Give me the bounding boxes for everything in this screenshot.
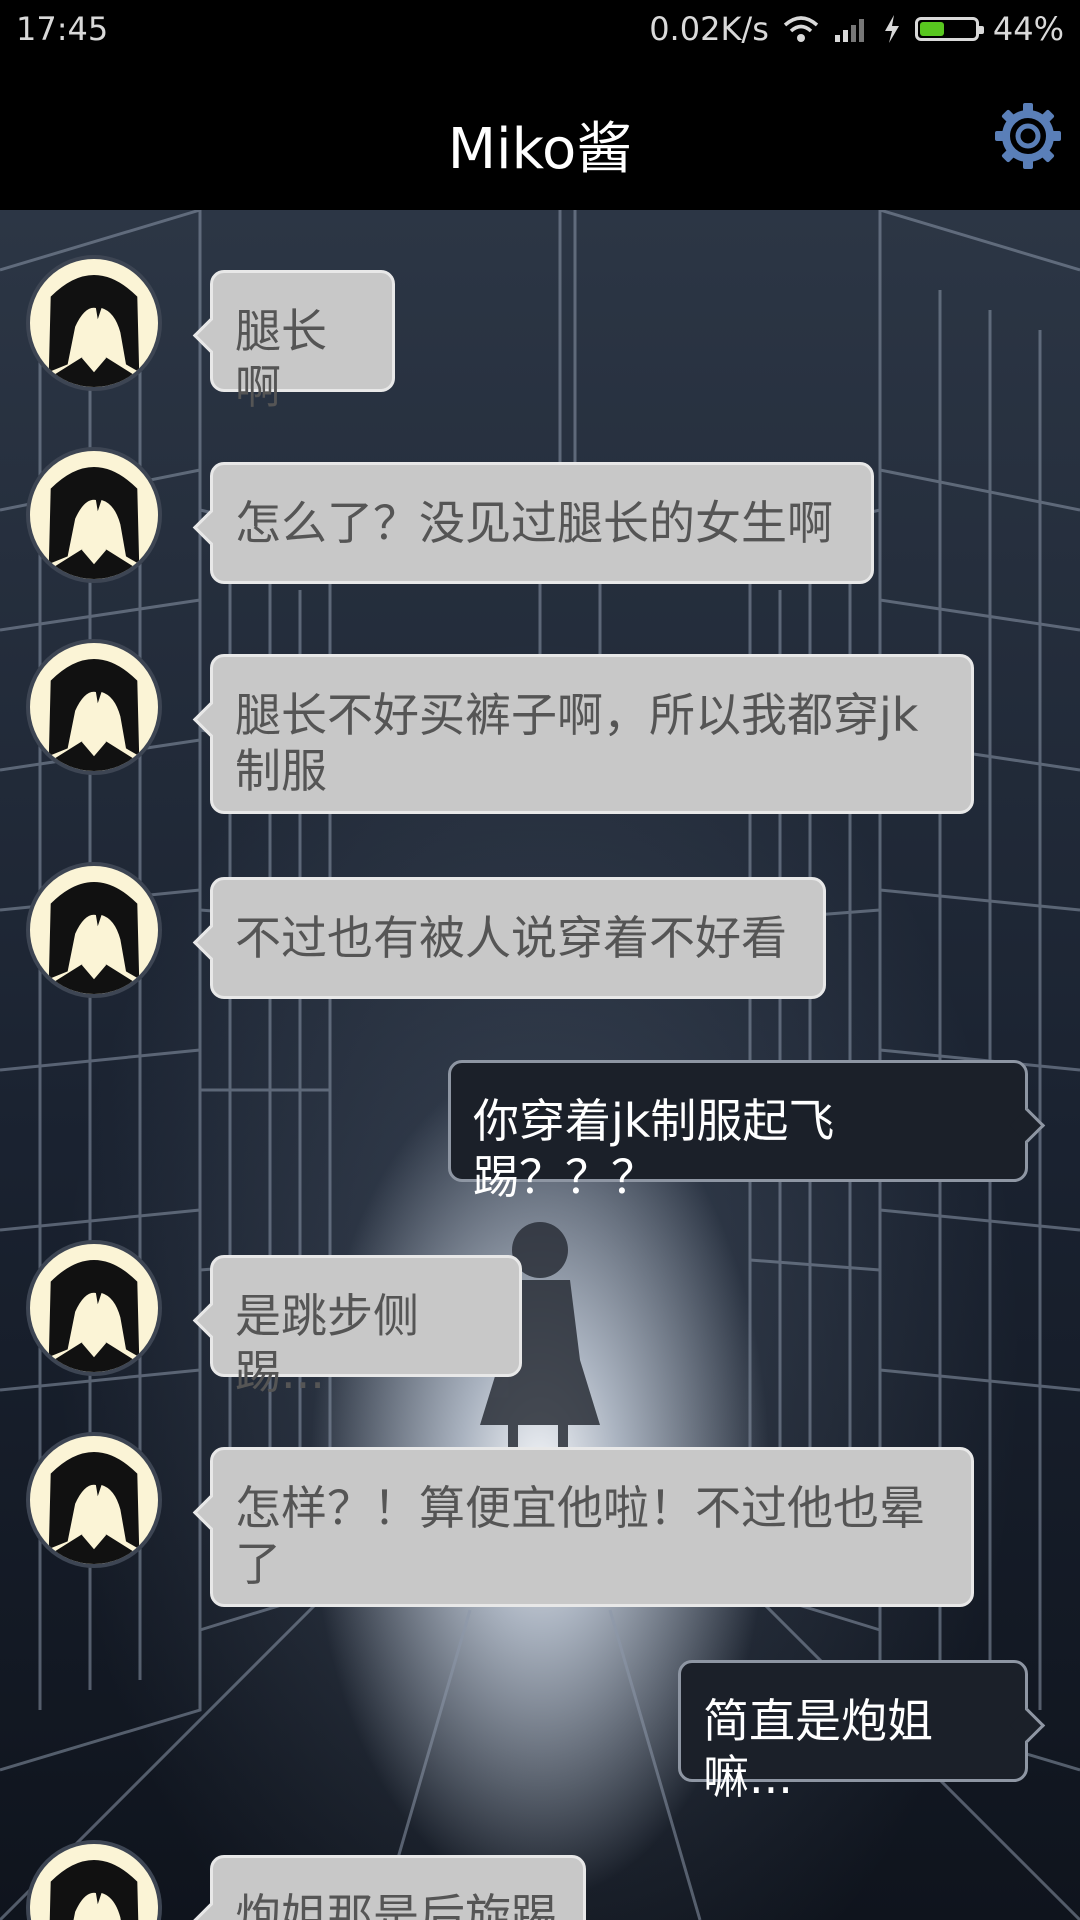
wifi-icon [783,16,819,42]
incoming-message-bubble[interactable]: 腿长不好买裤子啊，所以我都穿jk制服 [210,654,974,814]
chat-title: Miko酱 [447,117,633,182]
app-bar: Miko酱 [0,60,1080,210]
status-time: 17:45 [16,10,109,48]
girl-avatar-icon [48,275,140,387]
incoming-message-bubble[interactable]: 不过也有被人说穿着不好看 [210,877,826,999]
signal-icon [834,19,864,42]
status-bar: 17:45 0.02K/s 44% [0,0,1080,60]
girl-avatar-icon [48,467,140,579]
avatar[interactable] [26,255,162,391]
girl-avatar-icon [48,1452,140,1564]
charging-icon [884,15,899,43]
avatar[interactable] [26,447,162,583]
battery-percent: 44% [992,10,1064,48]
network-speed: 0.02K/s [649,10,769,48]
chat-area[interactable]: 腿长啊 怎么了？没见过腿长的女生啊 腿长不好买裤子啊，所以我都穿jk制服 不过也… [0,210,1080,1920]
battery-icon [914,17,984,41]
incoming-message-bubble[interactable]: 怎样？！算便宜他啦！不过他也晕了 [210,1447,974,1607]
avatar[interactable] [26,1432,162,1568]
gear-icon[interactable] [994,102,1062,170]
outgoing-message-bubble[interactable]: 你穿着jk制服起飞踢？？？ [448,1060,1028,1204]
avatar[interactable] [26,1240,162,1376]
incoming-message-bubble[interactable]: 是跳步侧踢... [210,1255,522,1399]
girl-avatar-icon [48,659,140,771]
incoming-message-bubble[interactable]: 怎么了？没见过腿长的女生啊 [210,462,874,584]
girl-avatar-icon [48,882,140,994]
battery-level [919,22,944,36]
incoming-message-bubble[interactable]: 腿长啊 [210,270,395,414]
status-indicators: 0.02K/s 44% [635,10,1064,48]
avatar[interactable] [26,862,162,998]
avatar[interactable] [26,639,162,775]
incoming-message-bubble[interactable]: 炮姐那是后旋踢 [210,1855,586,1920]
girl-avatar-icon [48,1260,140,1372]
outgoing-message-bubble[interactable]: 简直是炮姐嘛... [678,1660,1028,1804]
